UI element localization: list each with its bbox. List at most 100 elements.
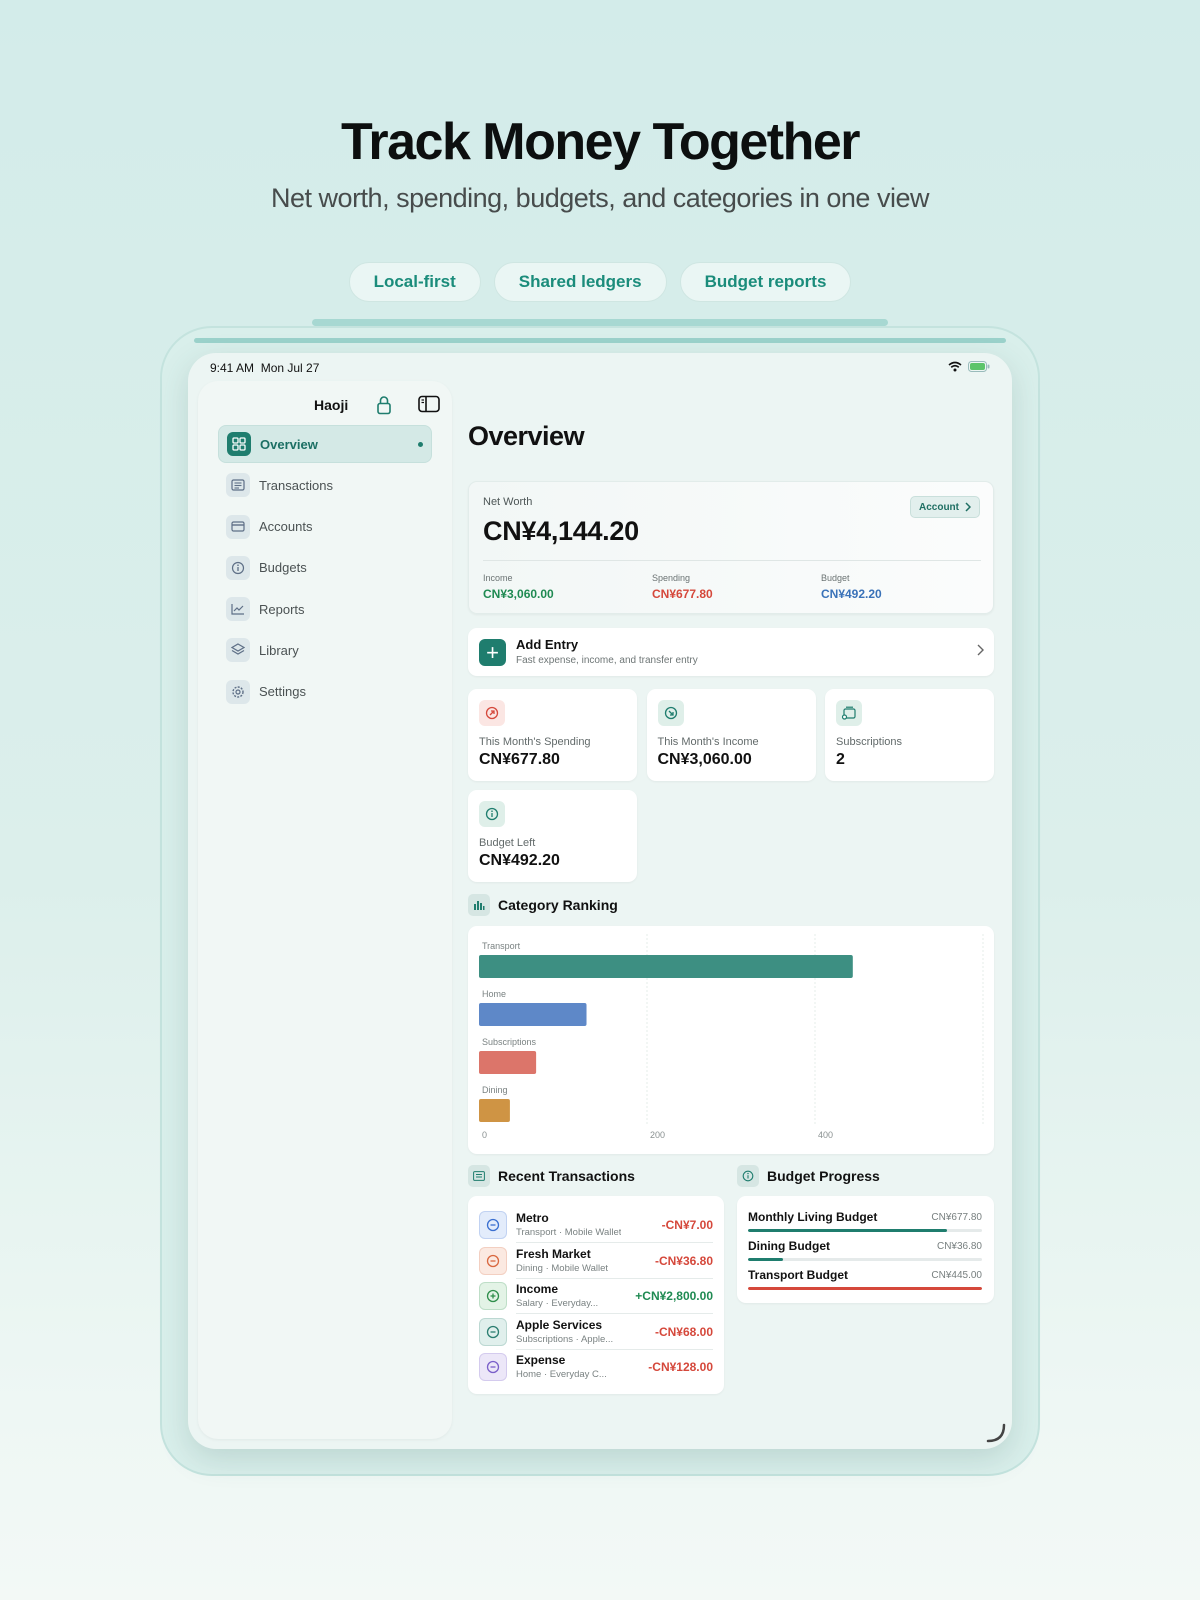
sidebar-header: Haoji — [198, 389, 452, 421]
sidebar-item-overview[interactable]: Overview — [218, 425, 432, 463]
minus-circle-icon — [479, 1353, 507, 1381]
transaction-name: Apple Services — [516, 1317, 603, 1332]
pill-local-first: Local-first — [348, 262, 481, 302]
sidebar-item-reports[interactable]: Reports — [218, 590, 432, 628]
transaction-subtitle: Salary · Everyday... — [516, 1298, 599, 1309]
transaction-name: Income — [516, 1282, 559, 1296]
subheadline: Net worth, spending, budgets, and catego… — [271, 183, 929, 213]
stat-value: CN¥3,060.00 — [657, 751, 752, 768]
sidebar-item-label: Transactions — [259, 477, 333, 493]
table-row[interactable]: Metro Transport · Mobile Wallet -CN¥7.00 — [479, 1208, 713, 1243]
table-row[interactable]: Fresh Market Dining · Mobile Wallet -CN¥… — [479, 1244, 713, 1279]
sidebar: Haoji Overview Transactions Accounts Bud… — [198, 381, 452, 1439]
transaction-amount: -CN¥68.00 — [654, 1324, 713, 1339]
sidebar-item-accounts[interactable]: Accounts — [218, 508, 432, 546]
progress-track — [748, 1258, 982, 1261]
stat-value: CN¥492.20 — [479, 852, 560, 869]
stat-label: This Month's Spending — [479, 736, 591, 748]
line-chart-icon — [226, 597, 250, 622]
sidebar-toggle-icon[interactable] — [418, 395, 440, 418]
user-name: Haoji — [314, 397, 349, 413]
stat-value: CN¥677.80 — [479, 751, 560, 768]
income-label: Income — [483, 573, 513, 583]
spending-label: Spending — [652, 573, 691, 583]
budget-progress-header: Budget Progress — [737, 1165, 880, 1187]
tick-label: 200 — [650, 1130, 665, 1140]
arrow-up-circle-icon — [479, 700, 505, 726]
add-entry-button[interactable]: + Add Entry Fast expense, income, and tr… — [468, 628, 994, 676]
lock-icon[interactable] — [376, 395, 392, 420]
sidebar-item-label: Budgets — [259, 560, 307, 576]
table-row[interactable]: Apple Services Subscriptions · Apple... … — [479, 1315, 713, 1350]
spending-stat: Spending CN¥677.80 — [652, 573, 713, 601]
minus-circle-icon — [479, 1211, 507, 1239]
budget-progress-list: Monthly Living Budget CN¥677.80 Dining B… — [737, 1196, 994, 1303]
pill-budget-reports: Budget reports — [679, 262, 852, 302]
transaction-amount: -CN¥7.00 — [661, 1218, 713, 1232]
stat-card-spending[interactable]: This Month's Spending CN¥677.80 — [468, 689, 637, 781]
bar — [479, 1003, 587, 1026]
subscription-icon — [836, 700, 862, 726]
transaction-amount: +CN¥2,800.00 — [635, 1289, 713, 1303]
pill-shared-ledgers: Shared ledgers — [493, 262, 667, 302]
spending-value: CN¥677.80 — [652, 587, 713, 601]
income-value: CN¥3,060.00 — [483, 587, 554, 601]
budget-stat: Budget CN¥492.20 — [821, 573, 882, 601]
stat-card-budget-left[interactable]: Budget Left CN¥492.20 — [468, 790, 637, 882]
layers-icon — [226, 638, 250, 663]
tablet-screen: 9:41 AM Mon Jul 27 Haoji Overview Transa… — [188, 353, 1012, 1449]
table-row[interactable]: Income Salary · Everyday... +CN¥2,800.00 — [479, 1279, 713, 1314]
list-icon — [226, 473, 250, 498]
bar-label: Subscriptions — [482, 1037, 537, 1047]
bar-label: Transport — [482, 941, 521, 951]
list-icon — [468, 1165, 490, 1187]
chevron-right-icon — [977, 644, 984, 656]
list-item[interactable]: Transport Budget CN¥445.00 — [748, 1268, 982, 1290]
sidebar-item-library[interactable]: Library — [218, 631, 432, 669]
recent-transactions-header: Recent Transactions — [468, 1165, 635, 1187]
transaction-amount: -CN¥128.00 — [648, 1360, 713, 1374]
bar-chart-icon — [468, 894, 490, 916]
stat-card-subscriptions[interactable]: Subscriptions 2 — [825, 689, 994, 781]
card-icon — [226, 514, 250, 539]
recent-transactions-list: Metro Transport · Mobile Wallet -CN¥7.00… — [468, 1196, 724, 1394]
stat-label: Subscriptions — [836, 736, 903, 748]
device-top-bar — [194, 338, 1006, 343]
add-entry-subtitle: Fast expense, income, and transfer entry — [516, 655, 698, 666]
info-circle-icon — [479, 801, 505, 827]
stat-value: 2 — [836, 751, 845, 768]
main-content: Overview Net Worth CN¥4,144.20 Account I… — [468, 353, 994, 1449]
bar — [479, 1099, 510, 1122]
list-item[interactable]: Monthly Living Budget CN¥677.80 — [748, 1210, 982, 1232]
account-button[interactable]: Account — [910, 496, 980, 518]
bar-label: Dining — [482, 1085, 508, 1095]
divider — [483, 560, 981, 561]
category-ranking-header: Category Ranking — [468, 894, 618, 916]
sidebar-item-settings[interactable]: Settings — [218, 673, 432, 711]
bar — [479, 1051, 537, 1074]
table-row[interactable]: Expense Home · Everyday C... -CN¥128.00 — [479, 1350, 713, 1385]
grid-icon — [227, 432, 251, 456]
gear-icon — [226, 679, 250, 704]
info-circle-icon — [226, 555, 250, 580]
budget-label: Budget — [821, 573, 850, 583]
sidebar-item-transactions[interactable]: Transactions — [218, 466, 432, 504]
category-bar-chart: Transport Home Subscriptions Dining 0 200 400 — [479, 934, 984, 1140]
section-title: Recent Transactions — [498, 1168, 635, 1184]
sidebar-item-label: Accounts — [259, 519, 313, 535]
sidebar-item-budgets[interactable]: Budgets — [218, 549, 432, 587]
add-entry-title: Add Entry — [516, 637, 579, 652]
stat-card-income[interactable]: This Month's Income CN¥3,060.00 — [646, 689, 816, 781]
net-worth-value: CN¥4,144.20 — [483, 516, 639, 546]
transaction-name: Fresh Market — [516, 1246, 591, 1261]
budget-amount: CN¥445.00 — [931, 1270, 982, 1281]
info-circle-icon — [737, 1165, 759, 1187]
minus-circle-icon — [479, 1246, 507, 1275]
decorative-bar — [312, 319, 888, 326]
sidebar-item-label: Settings — [259, 684, 306, 700]
net-worth-label: Net Worth — [483, 496, 533, 508]
active-dot — [418, 442, 423, 447]
list-item[interactable]: Dining Budget CN¥36.80 — [748, 1239, 982, 1261]
bar-label: Home — [482, 989, 506, 999]
progress-fill — [748, 1258, 784, 1261]
